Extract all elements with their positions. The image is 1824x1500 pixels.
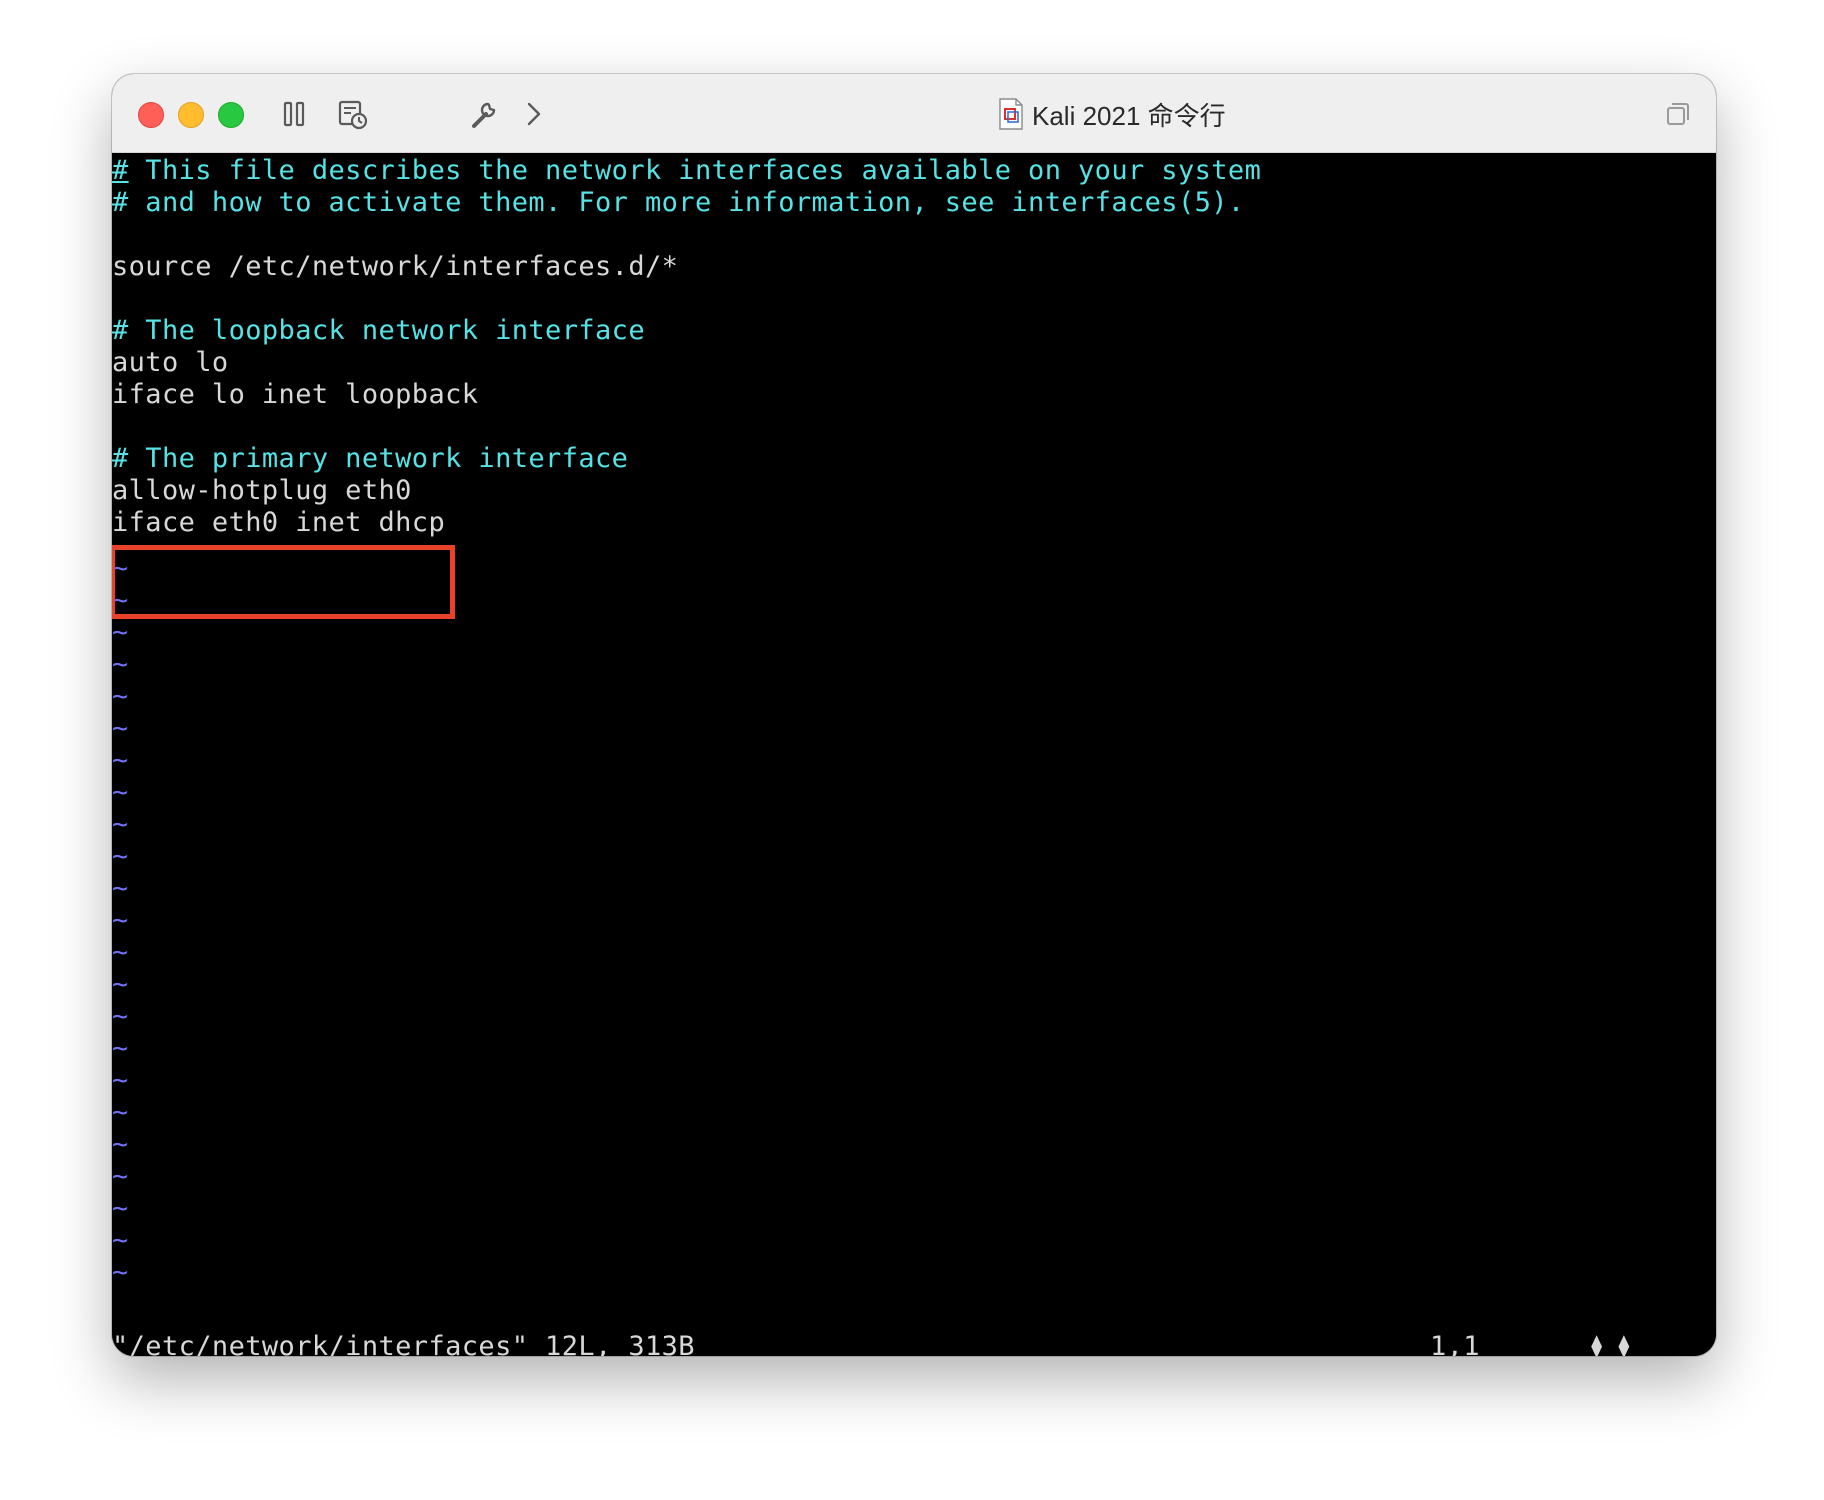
empty-line-marker: ~: [112, 1097, 129, 1128]
file-line: # The loopback network interface: [112, 315, 645, 346]
terminal-screen[interactable]: # This file describes the network interf…: [112, 153, 1716, 1356]
empty-line-marker: ~: [112, 1193, 129, 1224]
empty-line-marker: ~: [112, 1225, 129, 1256]
empty-line-marker: ~: [112, 745, 129, 776]
minimize-button[interactable]: [178, 102, 204, 128]
file-line: # This file describes the network interf…: [112, 155, 1262, 186]
snapshot-icon[interactable]: [334, 96, 370, 132]
file-line: source /etc/network/interfaces.d/*: [112, 251, 679, 282]
empty-line-marker: ~: [112, 809, 129, 840]
status-file-info: "/etc/network/interfaces" 12L, 313B: [112, 1331, 695, 1356]
empty-line-marker: ~: [112, 1033, 129, 1064]
wrench-icon[interactable]: [466, 96, 502, 132]
empty-line-marker: ~: [112, 841, 129, 872]
file-line: iface lo inet loopback: [112, 379, 479, 410]
pause-icon[interactable]: [276, 96, 312, 132]
close-button[interactable]: [138, 102, 164, 128]
empty-line-marker: ~: [112, 969, 129, 1000]
empty-line-marker: ~: [112, 1257, 129, 1288]
empty-line-marker: ~: [112, 681, 129, 712]
status-scroll-indicator: ⧫ ⧫: [1590, 1334, 1631, 1356]
vm-document-icon: [999, 98, 1023, 130]
empty-line-marker: ~: [112, 649, 129, 680]
window-title-text: Kali 2021 命令行: [1032, 100, 1226, 131]
file-line: auto lo: [112, 347, 229, 378]
empty-line-marker: ~: [112, 617, 129, 648]
status-cursor-position: 1,1: [1430, 1331, 1480, 1356]
terminal-window: Kali 2021 命令行 # This file describes the …: [112, 74, 1716, 1356]
empty-line-marker: ~: [112, 1065, 129, 1096]
chevron-right-icon[interactable]: [516, 96, 552, 132]
zoom-button[interactable]: [218, 102, 244, 128]
empty-line-marker: ~: [112, 713, 129, 744]
empty-line-marker: ~: [112, 1161, 129, 1192]
fullscreen-icon[interactable]: [1660, 96, 1696, 132]
empty-line-marker: ~: [112, 1129, 129, 1160]
highlight-annotation: [112, 545, 455, 619]
title-bar: Kali 2021 命令行: [112, 74, 1716, 153]
empty-line-marker: ~: [112, 937, 129, 968]
file-line: # The primary network interface: [112, 443, 629, 474]
empty-line-marker: ~: [112, 1001, 129, 1032]
empty-line-marker: ~: [112, 873, 129, 904]
empty-line-marker: ~: [112, 777, 129, 808]
file-line: # and how to activate them. For more inf…: [112, 187, 1245, 218]
text-cursor: #: [112, 155, 129, 186]
file-line: allow-hotplug eth0: [112, 475, 412, 506]
window-title: Kali 2021 命令行: [998, 96, 1226, 132]
file-line: iface eth0 inet dhcp: [112, 507, 446, 538]
empty-line-marker: ~: [112, 905, 129, 936]
